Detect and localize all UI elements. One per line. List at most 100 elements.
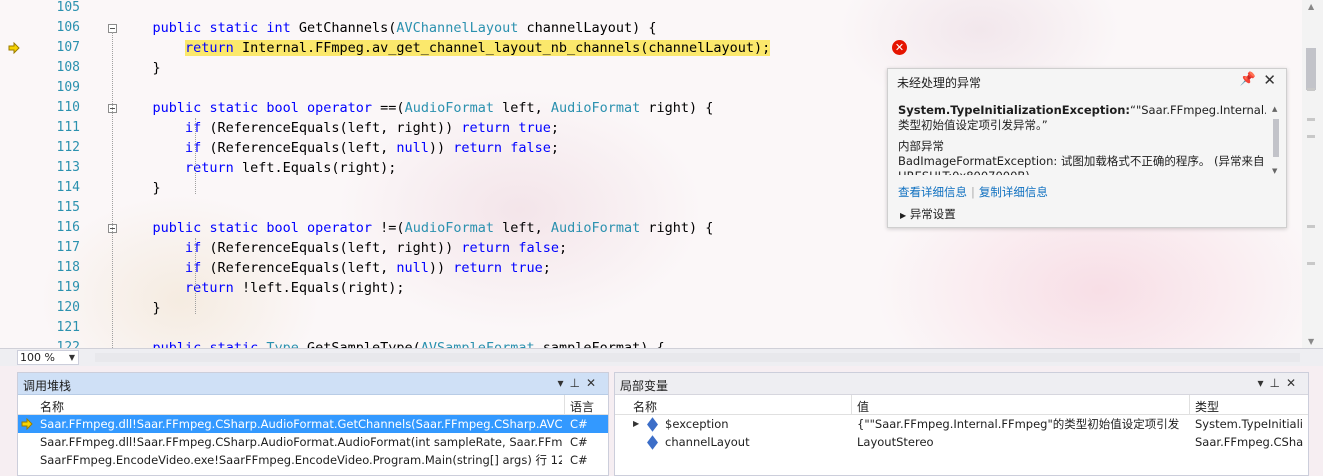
call-stack-row[interactable]: Saar.FFmpeg.dll!Saar.FFmpeg.CSharp.Audio…: [18, 433, 608, 451]
keyword-token: public: [152, 340, 202, 348]
column-divider[interactable]: [564, 395, 565, 415]
dropdown-icon[interactable]: ▾: [557, 376, 569, 390]
line-number: 117: [56, 240, 80, 255]
code-token: left,: [493, 220, 551, 236]
expand-triangle-icon[interactable]: ▶: [633, 415, 639, 433]
col-value[interactable]: 值: [857, 398, 869, 415]
code-token: right) {: [640, 100, 714, 116]
frame-name: SaarFFmpeg.EncodeVideo.exe!SaarFFmpeg.En…: [40, 453, 562, 467]
code-token: )): [428, 260, 454, 276]
locals-row[interactable]: ▶ $exception {""Saar.FFmpeg.Internal.FFmpe…: [615, 415, 1308, 433]
close-icon[interactable]: ✕: [1286, 376, 1302, 390]
exception-popup-title: 未经处理的异常: [897, 76, 982, 90]
frame-language: C#: [570, 417, 588, 431]
code-token: ;: [550, 120, 559, 136]
locals-row[interactable]: channelLayout LayoutStereo Saar.FFmpeg.CSh…: [615, 433, 1308, 451]
line-number: 109: [56, 80, 80, 95]
code-text[interactable]: public static bool operator ==(AudioForm…: [120, 98, 714, 118]
code-token: channelLayout) {: [518, 20, 657, 36]
code-text[interactable]: public static bool operator !=(AudioForm…: [120, 218, 714, 238]
scroll-thumb[interactable]: [1273, 119, 1279, 157]
code-line[interactable]: 107 return Internal.FFmpeg.av_get_channe…: [0, 38, 1302, 58]
code-text[interactable]: if (ReferenceEquals(left, right)) return…: [120, 238, 567, 258]
code-token: }: [120, 300, 161, 316]
code-text[interactable]: public static int GetChannels(AVChannelL…: [120, 18, 657, 38]
code-line[interactable]: 105: [0, 0, 1302, 18]
column-divider[interactable]: [851, 395, 852, 415]
keyword-token: return: [461, 120, 511, 136]
frame-name: Saar.FFmpeg.dll!Saar.FFmpeg.CSharp.Audio…: [40, 417, 562, 431]
code-text[interactable]: return Internal.FFmpeg.av_get_channel_la…: [120, 38, 771, 58]
variable-icon: [647, 417, 658, 432]
exception-settings-toggle[interactable]: ▶ 异常设置: [900, 206, 956, 222]
code-text[interactable]: public static Type GetSampleType(AVSampl…: [120, 338, 665, 348]
zoom-dropdown[interactable]: 100 % ▼: [17, 350, 79, 365]
exception-popup-header: 未经处理的异常 📌 ✕: [888, 69, 1286, 93]
view-details-link[interactable]: 查看详细信息: [898, 185, 967, 199]
dropdown-icon[interactable]: ▾: [1257, 376, 1269, 390]
panel-buttons: ▾⊥✕: [1257, 376, 1302, 390]
code-line[interactable]: 122 public static Type GetSampleType(AVS…: [0, 338, 1302, 348]
variable-type: Saar.FFmpeg.CSharp.AVChannelLayout: [1195, 435, 1303, 449]
col-language[interactable]: 语言: [570, 398, 594, 415]
pin-icon[interactable]: ⊥: [569, 376, 585, 390]
scroll-thumb[interactable]: [1306, 48, 1316, 90]
code-text[interactable]: return left.Equals(right);: [120, 158, 396, 178]
code-token: ==(: [372, 100, 405, 116]
locals-titlebar: 局部变量 ▾⊥✕: [615, 373, 1308, 395]
code-token: (ReferenceEquals(left, right)): [201, 240, 462, 256]
scroll-down-icon[interactable]: ▼: [1308, 337, 1314, 346]
line-number: 106: [56, 20, 80, 35]
keyword-token: operator: [307, 100, 373, 116]
scroll-up-icon[interactable]: ▲: [1272, 105, 1277, 113]
code-text[interactable]: if (ReferenceEquals(left, right)) return…: [120, 118, 559, 138]
keyword-token: static: [209, 220, 259, 236]
pin-icon[interactable]: 📌: [1240, 72, 1256, 87]
exception-scrollbar[interactable]: ▲ ▼: [1272, 105, 1280, 175]
col-name[interactable]: 名称: [633, 398, 657, 415]
col-name[interactable]: 名称: [40, 398, 64, 415]
pin-icon[interactable]: ⊥: [1269, 376, 1285, 390]
line-number: 118: [56, 260, 80, 275]
variable-value[interactable]: LayoutStereo: [857, 433, 1179, 451]
variable-value[interactable]: {""Saar.FFmpeg.Internal.FFmpeg"的类型初始值设定项…: [857, 415, 1179, 433]
close-icon[interactable]: ✕: [586, 376, 602, 390]
col-type[interactable]: 类型: [1195, 398, 1219, 415]
editor-horizontal-scrollbar[interactable]: [95, 353, 1300, 362]
code-text[interactable]: }: [120, 58, 161, 78]
code-editor[interactable]: 105 106 public static int GetChannels(AVC…: [0, 0, 1302, 348]
keyword-token: static: [209, 100, 259, 116]
scroll-up-icon[interactable]: ▲: [1308, 2, 1314, 11]
call-stack-row[interactable]: SaarFFmpeg.EncodeVideo.exe!SaarFFmpeg.En…: [18, 451, 608, 469]
exception-settings-label: 异常设置: [909, 207, 956, 221]
code-text[interactable]: if (ReferenceEquals(left, null)) return …: [120, 138, 559, 158]
copy-details-link[interactable]: 复制详细信息: [979, 185, 1048, 199]
line-number: 110: [56, 100, 80, 115]
editor-vertical-scrollbar[interactable]: ▲ ▼: [1302, 0, 1323, 348]
code-text[interactable]: }: [120, 178, 161, 198]
call-stack-row[interactable]: Saar.FFmpeg.dll!Saar.FFmpeg.CSharp.Audio…: [18, 415, 608, 433]
type-token: AudioFormat: [550, 100, 641, 116]
code-text[interactable]: if (ReferenceEquals(left, null)) return …: [120, 258, 551, 278]
code-token: )): [428, 140, 454, 156]
keyword-token: static: [209, 20, 259, 36]
type-token: AudioFormat: [550, 220, 641, 236]
code-line[interactable]: 106 public static int GetChannels(AVChan…: [0, 18, 1302, 38]
call-stack-header: 名称 语言: [18, 395, 608, 415]
code-line[interactable]: 121: [0, 318, 1302, 338]
scroll-down-icon[interactable]: ▼: [1272, 167, 1277, 175]
error-icon[interactable]: ✕: [892, 40, 907, 55]
code-token: (ReferenceEquals(left,: [201, 140, 397, 156]
code-text[interactable]: return !left.Equals(right);: [120, 278, 405, 298]
locals-rows: ▶ $exception {""Saar.FFmpeg.Internal.FFmpe…: [615, 415, 1308, 451]
keyword-token: if: [185, 120, 202, 136]
code-text[interactable]: }: [120, 298, 161, 318]
column-divider[interactable]: [1189, 395, 1190, 415]
code-token: !left.Equals(right);: [233, 280, 405, 296]
close-icon[interactable]: ✕: [1263, 71, 1276, 89]
